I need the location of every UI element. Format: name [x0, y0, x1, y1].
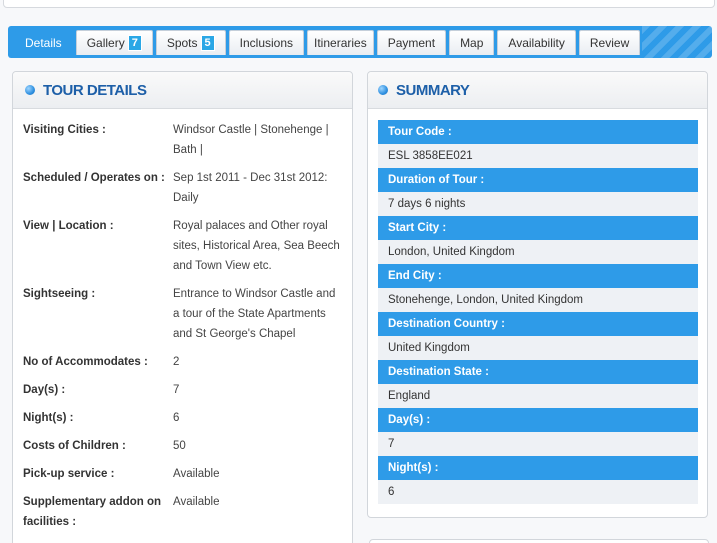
tour-details-table: Visiting Cities : Windsor Castle | Stone… — [23, 120, 353, 540]
bullet-dot-icon — [378, 85, 388, 95]
detail-label: View | Location : — [23, 220, 114, 232]
tab-label: Availability — [508, 36, 565, 50]
tab-bar-stripes — [642, 26, 712, 58]
summary-value: 7 — [378, 432, 698, 456]
tab-payment[interactable]: Payment — [376, 30, 447, 55]
summary-value: Stonehenge, London, United Kingdom — [378, 288, 698, 312]
summary-value: 6 — [378, 480, 698, 504]
tab-itineraries[interactable]: Itineraries — [307, 30, 374, 55]
detail-label: Supplementary addon on facilities : — [23, 496, 162, 528]
tab-bar: Details Gallery 7 Spots 5 Inclusions Itine… — [8, 26, 712, 58]
detail-value: Royal palaces and Other royal sites, His… — [173, 220, 340, 272]
summary-label: End City : — [378, 264, 698, 288]
page: Details Gallery 7 Spots 5 Inclusions Itine… — [0, 0, 717, 543]
tab-label: Payment — [387, 36, 436, 50]
detail-row: No of Accommodates : 2 — [23, 352, 353, 372]
detail-label: Day(s) : — [23, 384, 66, 396]
gallery-count-badge: 7 — [127, 34, 142, 51]
tab-spots[interactable]: Spots 5 — [155, 30, 226, 55]
detail-row: View | Location : Royal palaces and Othe… — [23, 216, 353, 276]
detail-row: Day(s) : 7 — [23, 380, 353, 400]
detail-row: Pick-up service : Available — [23, 464, 353, 484]
summary-value: England — [378, 384, 698, 408]
detail-row: Scheduled / Operates on : Sep 1st 2011 -… — [23, 168, 353, 208]
summary-label: Destination State : — [378, 360, 698, 384]
tab-availability[interactable]: Availability — [497, 30, 576, 55]
detail-value: 6 — [173, 412, 180, 424]
summary-value: United Kingdom — [378, 336, 698, 360]
detail-value: 7 — [173, 384, 180, 396]
summary-label: Night(s) : — [378, 456, 698, 480]
summary-label: Destination Country : — [378, 312, 698, 336]
detail-row: Costs of Children : 50 — [23, 436, 353, 456]
summary-label: Tour Code : — [378, 120, 698, 144]
tab-label: Review — [589, 36, 630, 50]
tab-inclusions[interactable]: Inclusions — [228, 30, 305, 55]
summary-panel: SUMMARY Tour Code : ESL 3858EE021 Durati… — [367, 71, 708, 518]
detail-label: Visiting Cities : — [23, 124, 106, 136]
summary-label: Duration of Tour : — [378, 168, 698, 192]
tour-details-title: TOUR DETAILS — [43, 82, 147, 99]
summary-value: 7 days 6 nights — [378, 192, 698, 216]
next-panel-edge — [369, 539, 709, 543]
detail-value: Windsor Castle | Stonehenge | Bath | — [173, 124, 329, 156]
detail-value: Sep 1st 2011 - Dec 31st 2012: Daily — [173, 172, 328, 204]
detail-label: Pick-up service : — [23, 468, 115, 480]
tab-label: Map — [460, 36, 484, 50]
panel-header: TOUR DETAILS — [13, 72, 352, 109]
tab-label: Gallery — [86, 36, 125, 50]
detail-row: Visiting Cities : Windsor Castle | Stone… — [23, 120, 353, 160]
tabs: Details Gallery 7 Spots 5 Inclusions Itine… — [14, 30, 643, 55]
detail-row: Sightseeing : Entrance to Windsor Castle… — [23, 284, 353, 344]
panel-header: SUMMARY — [368, 72, 707, 109]
tab-gallery[interactable]: Gallery 7 — [75, 30, 153, 55]
tab-label: Itineraries — [314, 36, 367, 50]
detail-label: Sightseeing : — [23, 288, 96, 300]
summary-label: Start City : — [378, 216, 698, 240]
detail-value: 50 — [173, 440, 186, 452]
detail-label: Scheduled / Operates on : — [23, 172, 165, 184]
detail-value: Entrance to Windsor Castle and a tour of… — [173, 288, 336, 340]
detail-label: Night(s) : — [23, 412, 74, 424]
summary-title: SUMMARY — [396, 82, 470, 99]
tab-map[interactable]: Map — [449, 30, 495, 55]
top-container — [3, 0, 715, 8]
bullet-dot-icon — [25, 85, 35, 95]
tab-label: Spots — [166, 36, 198, 50]
detail-row: Supplementary addon on facilities : Avai… — [23, 492, 353, 532]
tab-review[interactable]: Review — [578, 30, 641, 55]
summary-value: ESL 3858EE021 — [378, 144, 698, 168]
tab-details[interactable]: Details — [14, 30, 73, 55]
detail-label: Costs of Children : — [23, 440, 126, 452]
tab-label: Details — [25, 36, 62, 50]
summary-list: Tour Code : ESL 3858EE021 Duration of To… — [378, 120, 698, 504]
detail-row: Night(s) : 6 — [23, 408, 353, 428]
summary-label: Day(s) : — [378, 408, 698, 432]
summary-value: London, United Kingdom — [378, 240, 698, 264]
detail-value: Available — [173, 496, 220, 508]
detail-value: 2 — [173, 356, 180, 368]
detail-value: Available — [173, 468, 220, 480]
tab-label: Inclusions — [239, 36, 294, 50]
spots-count-badge: 5 — [200, 34, 215, 51]
detail-label: No of Accommodates : — [23, 356, 148, 368]
tour-details-panel: TOUR DETAILS Visiting Cities : Windsor C… — [12, 71, 353, 543]
